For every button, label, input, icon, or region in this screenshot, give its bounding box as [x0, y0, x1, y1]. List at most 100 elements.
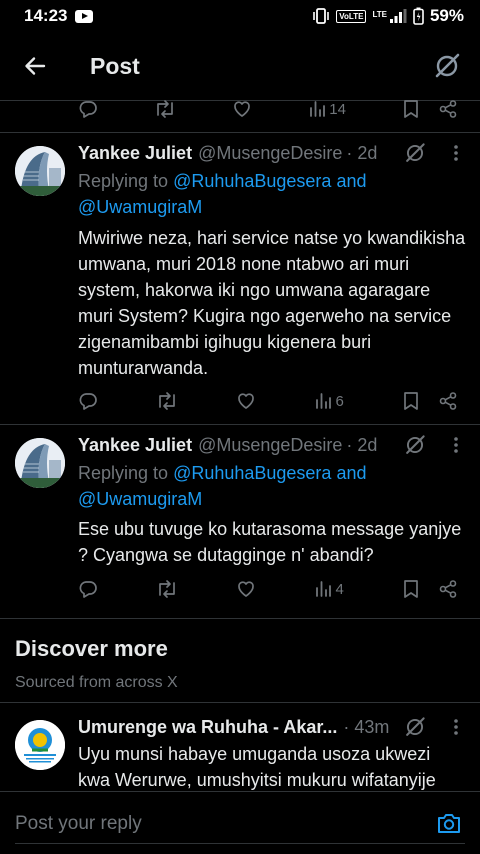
- reply-tweet[interactable]: Yankee Juliet @MusengeDesire · 2d Replyi…: [0, 425, 480, 617]
- lte-label: LTE: [372, 10, 387, 19]
- author-handle[interactable]: @MusengeDesire: [198, 435, 342, 456]
- mention-and[interactable]: and: [331, 463, 366, 483]
- mention-link[interactable]: @UwamugiraM: [78, 489, 202, 509]
- views-count: 6: [335, 392, 344, 410]
- replying-to-label: Replying to: [78, 463, 174, 483]
- status-bar: 14:23 VoLTE LTE 59%: [0, 0, 480, 32]
- tweet-text: Uyu munsi habaye umuganda usoza ukwezi k…: [78, 744, 436, 790]
- camera-icon: [438, 814, 460, 833]
- author-name[interactable]: Yankee Juliet: [78, 143, 192, 164]
- avatar[interactable]: [15, 438, 65, 488]
- reply-button[interactable]: [78, 389, 98, 413]
- discover-subtitle: Sourced from across X: [15, 674, 178, 691]
- bookmark-button[interactable]: [402, 97, 420, 121]
- grok-icon: [406, 143, 425, 162]
- heart-icon: [238, 581, 255, 597]
- building-avatar-image: [15, 146, 65, 196]
- reply-icon: [79, 101, 97, 118]
- repost-button[interactable]: [156, 389, 178, 413]
- tweet-text: Ese ubu tuvuge ko kutarasoma message yan…: [78, 519, 462, 565]
- author-name[interactable]: Yankee Juliet: [78, 435, 192, 456]
- arrow-left-icon: [25, 57, 46, 75]
- mention-and[interactable]: and: [331, 171, 366, 191]
- status-icons: VoLTE LTE 59%: [312, 6, 464, 26]
- tweet-time: · 2d: [346, 142, 378, 163]
- tweet-header: Yankee Juliet @MusengeDesire · 2d: [78, 141, 466, 165]
- grok-icon: [406, 717, 425, 736]
- views-button[interactable]: 6: [314, 389, 344, 413]
- signal-icon: [389, 9, 407, 23]
- author-name[interactable]: Umurenge wa Ruhuha - Akar...: [78, 717, 337, 738]
- reply-input[interactable]: [15, 810, 415, 838]
- heart-icon: [238, 393, 255, 409]
- repost-button[interactable]: [156, 577, 178, 601]
- bookmark-button[interactable]: [402, 389, 420, 413]
- share-icon: [439, 100, 457, 118]
- tweet-time: · 2d: [346, 434, 378, 455]
- reply-icon: [79, 581, 97, 598]
- grok-icon: [406, 435, 425, 454]
- share-icon: [439, 392, 457, 410]
- reply-icon: [79, 393, 97, 410]
- grok-button[interactable]: [404, 434, 426, 456]
- reply-bar: [0, 791, 480, 854]
- views-icon: [316, 393, 332, 409]
- grok-button[interactable]: [404, 142, 426, 164]
- grok-button[interactable]: [404, 716, 426, 738]
- more-vertical-icon: [454, 719, 458, 735]
- share-button[interactable]: [438, 389, 458, 413]
- tweet-actions: 4: [78, 577, 458, 601]
- like-button[interactable]: [236, 577, 256, 601]
- replying-to-label: Replying to: [78, 171, 174, 191]
- app-bar: Post: [0, 32, 480, 100]
- discover-tweet[interactable]: Umurenge wa Ruhuha - Akar... · 43m Uyu m…: [0, 703, 480, 791]
- replying-to: Replying to @RuhuhaBugesera and @Uwamugi…: [78, 460, 460, 512]
- like-button[interactable]: [232, 97, 252, 121]
- volte-badge: VoLTE: [336, 9, 367, 23]
- views-button[interactable]: 14: [308, 97, 346, 121]
- tweet-actions: 14: [78, 97, 458, 121]
- vibrate-icon: [313, 8, 330, 24]
- share-button[interactable]: [438, 577, 458, 601]
- more-options-button[interactable]: [446, 145, 466, 161]
- more-vertical-icon: [454, 145, 458, 161]
- more-vertical-icon: [454, 437, 458, 453]
- replying-to: Replying to @RuhuhaBugesera and @Uwamugi…: [78, 168, 460, 220]
- repost-button[interactable]: [154, 97, 176, 121]
- status-time: 14:23: [24, 6, 68, 25]
- back-button[interactable]: [0, 32, 70, 100]
- grok-button[interactable]: [432, 51, 462, 81]
- mention-link[interactable]: @RuhuhaBugesera: [173, 171, 331, 191]
- page-title: Post: [90, 52, 140, 79]
- tweet-text: Mwiriwe neza, hari service natse yo kwan…: [78, 228, 466, 378]
- author-handle[interactable]: @MusengeDesire: [198, 143, 342, 164]
- tweet-actions: 6: [78, 389, 458, 413]
- more-options-button[interactable]: [446, 719, 466, 735]
- views-count: 14: [329, 100, 346, 118]
- heart-icon: [234, 101, 251, 117]
- mention-link[interactable]: @UwamugiraM: [78, 197, 202, 217]
- divider: [0, 618, 480, 619]
- bookmark-icon: [404, 100, 418, 118]
- battery-icon: [413, 7, 424, 25]
- reply-tweet[interactable]: Yankee Juliet @MusengeDesire · 2d Replyi…: [0, 133, 480, 423]
- district-seal-avatar-image: [15, 720, 65, 770]
- more-options-button[interactable]: [446, 437, 466, 453]
- mention-link[interactable]: @RuhuhaBugesera: [173, 463, 331, 483]
- views-button[interactable]: 4: [314, 577, 344, 601]
- share-button[interactable]: [438, 97, 458, 121]
- repost-icon: [159, 580, 176, 598]
- avatar[interactable]: [15, 720, 65, 770]
- battery-percent: 59%: [429, 6, 464, 25]
- camera-button[interactable]: [436, 810, 462, 836]
- tweet-header: Yankee Juliet @MusengeDesire · 2d: [78, 433, 466, 457]
- bookmark-icon: [404, 392, 418, 410]
- youtube-notification-icon: [75, 9, 94, 23]
- bookmark-button[interactable]: [402, 577, 420, 601]
- like-button[interactable]: [236, 389, 256, 413]
- reply-button[interactable]: [78, 577, 98, 601]
- reply-button[interactable]: [78, 97, 98, 121]
- repost-icon: [159, 392, 176, 410]
- reply-underline: [15, 843, 465, 844]
- avatar[interactable]: [15, 146, 65, 196]
